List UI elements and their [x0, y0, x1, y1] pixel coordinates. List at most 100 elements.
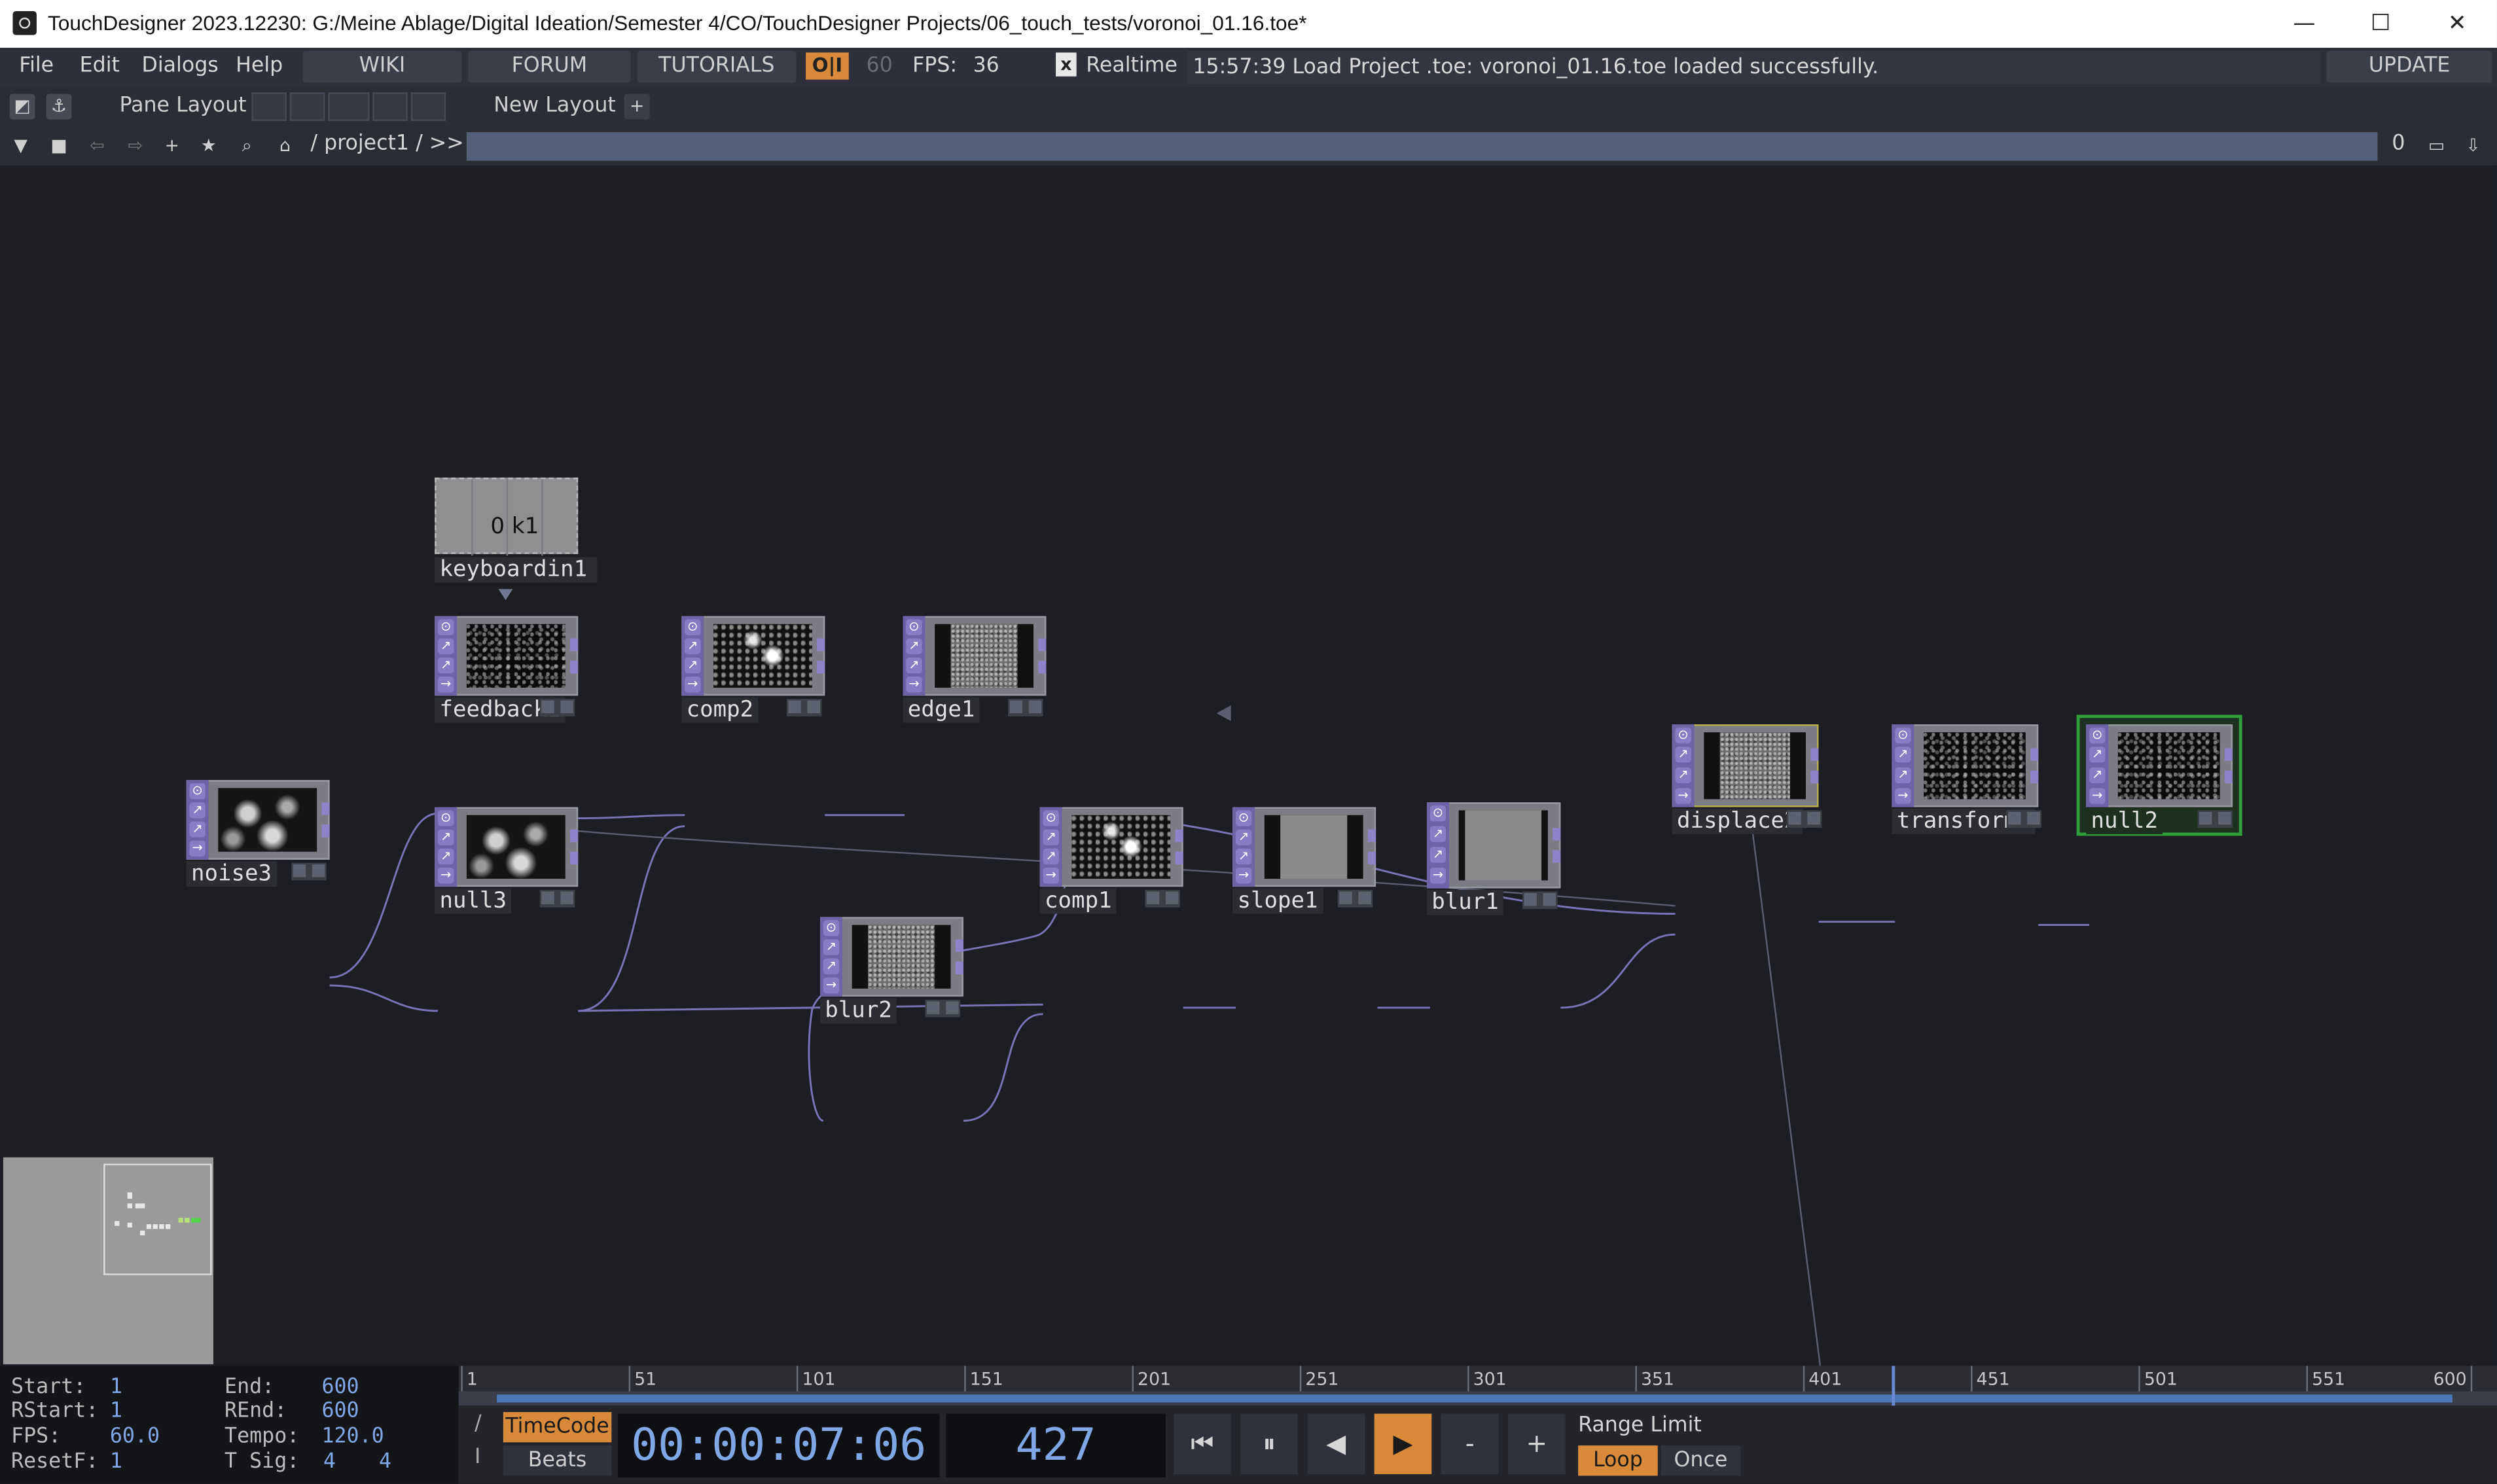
slope1-preview: [1280, 815, 1348, 879]
node-label[interactable]: noise3: [186, 861, 277, 887]
menu-dialogs[interactable]: Dialogs: [142, 54, 219, 78]
wire-blur2-comp1: [963, 1013, 1043, 1122]
end-value[interactable]: 600: [321, 1375, 359, 1399]
node-flags[interactable]: [2197, 810, 2233, 828]
node-label[interactable]: null2: [2086, 808, 2163, 834]
beats-button[interactable]: Beats: [503, 1445, 612, 1476]
node-label[interactable]: blur1: [1426, 890, 1504, 915]
new-layout-label[interactable]: New Layout: [494, 94, 616, 118]
forum-button[interactable]: FORUM: [468, 50, 631, 83]
start-value[interactable]: 1: [110, 1375, 122, 1399]
node-flags[interactable]: [1008, 699, 1043, 716]
star-icon[interactable]: ★: [196, 133, 221, 159]
home-path-icon[interactable]: ⌂: [272, 133, 298, 159]
once-button[interactable]: Once: [1661, 1445, 1741, 1476]
node-flags[interactable]: [2006, 810, 2042, 828]
node-flags[interactable]: [1145, 890, 1180, 908]
node-label[interactable]: edge1: [903, 697, 980, 723]
timeline-range-bar[interactable]: [497, 1394, 2452, 1403]
wire-null3-comp2: [578, 825, 685, 1012]
dropdown-icon[interactable]: ▼: [8, 133, 33, 159]
node-label[interactable]: blur2: [819, 998, 897, 1024]
update-button[interactable]: UPDATE: [2326, 50, 2492, 83]
timecode-button[interactable]: TimeCode: [503, 1412, 612, 1443]
cook-toggle-button[interactable]: O|I: [806, 52, 849, 80]
maximize-pane-icon[interactable]: ▭: [2424, 133, 2449, 159]
transport-controls: / I TimeCode Beats 00:00:07:06 427 ⏮ ⏸ ◀…: [458, 1405, 2497, 1484]
timeline-cursor[interactable]: [1891, 1366, 1895, 1406]
play-button[interactable]: ▶: [1374, 1413, 1432, 1474]
pane-icon[interactable]: ◩: [9, 94, 35, 120]
slash-toggle[interactable]: /: [475, 1412, 482, 1436]
fps-cap[interactable]: 60: [867, 54, 893, 78]
node-flags[interactable]: [539, 890, 575, 908]
pause-button[interactable]: ⏸: [1240, 1413, 1298, 1474]
add-layout-button[interactable]: +: [624, 94, 650, 120]
rewind-button[interactable]: ⏮: [1174, 1413, 1231, 1474]
node-label[interactable]: slope1: [1232, 888, 1323, 914]
node-flags[interactable]: [925, 999, 961, 1017]
node-label[interactable]: displace2: [1672, 808, 1803, 834]
network-minimap[interactable]: [3, 1157, 214, 1365]
menu-file[interactable]: File: [19, 54, 54, 78]
feedback1-preview: [466, 624, 566, 688]
tutorials-button[interactable]: TUTORIALS: [637, 50, 797, 83]
home-icon[interactable]: ⚓: [46, 94, 72, 120]
layout-slot-5[interactable]: [410, 92, 446, 121]
timeline-ruler[interactable]: 1 51 101 151 201 251 301 351 401 451 501 551 600: [458, 1366, 2497, 1392]
path-field[interactable]: [466, 132, 2378, 161]
node-flags[interactable]: [1522, 891, 1558, 910]
stop-icon[interactable]: ■: [46, 133, 72, 159]
node-flags[interactable]: [1786, 810, 1822, 828]
node-label[interactable]: comp1: [1039, 888, 1117, 914]
tsig-denominator[interactable]: 4: [379, 1450, 391, 1474]
realtime-checkbox[interactable]: x: [1056, 52, 1077, 77]
node-flags[interactable]: [291, 862, 327, 881]
node-flags[interactable]: [786, 699, 822, 716]
timeline-tick-label: 201: [1138, 1369, 1171, 1390]
layout-slot-4[interactable]: [372, 92, 408, 121]
node-label[interactable]: comp2: [681, 697, 759, 723]
step-minus-button[interactable]: -: [1441, 1413, 1499, 1474]
menu-edit[interactable]: Edit: [80, 54, 120, 78]
edge1-preview: [950, 624, 1018, 688]
menu-help[interactable]: Help: [236, 54, 283, 78]
null2-preview: [2117, 732, 2220, 800]
node-flags[interactable]: [539, 699, 575, 716]
network-path[interactable]: / project1 / >>: [310, 132, 463, 156]
timeline-track[interactable]: [458, 1366, 2497, 1406]
wire-null3-comp1: [578, 1003, 1043, 1012]
minimize-button[interactable]: —: [2280, 7, 2328, 42]
tempo-value[interactable]: 120.0: [321, 1425, 384, 1449]
loop-button[interactable]: Loop: [1578, 1445, 1658, 1476]
add-icon[interactable]: +: [159, 133, 185, 159]
layout-slot-1[interactable]: [251, 92, 287, 121]
forward-icon[interactable]: ⇨: [122, 133, 148, 159]
keyboardin1-viewer[interactable]: 0 k1: [435, 477, 579, 556]
keyboard-arrow: [498, 589, 513, 601]
rend-value[interactable]: 600: [321, 1400, 359, 1423]
maximize-button[interactable]: ☐: [2357, 7, 2405, 42]
step-back-button[interactable]: ◀: [1307, 1413, 1365, 1474]
resetf-value[interactable]: 1: [110, 1450, 122, 1474]
i-toggle[interactable]: I: [475, 1445, 480, 1469]
wiki-button[interactable]: WIKI: [302, 50, 462, 83]
rstart-value[interactable]: 1: [110, 1400, 122, 1423]
resetf-label: ResetF:: [11, 1450, 99, 1474]
step-plus-button[interactable]: +: [1508, 1413, 1566, 1474]
node-flags[interactable]: [1337, 890, 1373, 908]
close-button[interactable]: ✕: [2434, 7, 2481, 42]
timecode-display[interactable]: 00:00:07:06: [618, 1413, 940, 1477]
layout-slot-3[interactable]: [328, 92, 370, 121]
fps-value[interactable]: 60.0: [110, 1425, 160, 1449]
tsig-numerator[interactable]: 4: [323, 1450, 336, 1474]
node-label[interactable]: keyboardin1: [435, 557, 598, 583]
layout-slot-2[interactable]: [289, 92, 325, 121]
back-icon[interactable]: ⇦: [84, 133, 110, 159]
node-label[interactable]: null3: [435, 888, 512, 914]
download-icon[interactable]: ⇩: [2460, 133, 2486, 159]
search-icon[interactable]: ⌕: [234, 133, 260, 159]
frame-display[interactable]: 427: [946, 1413, 1166, 1477]
fps-label: FPS:: [11, 1424, 62, 1449]
network-editor[interactable]: 0 k1 keyboardin1 ⊙ ↗ ↗ → feedback1 ⊙ ↗ ↗ → com…: [0, 166, 2497, 1366]
